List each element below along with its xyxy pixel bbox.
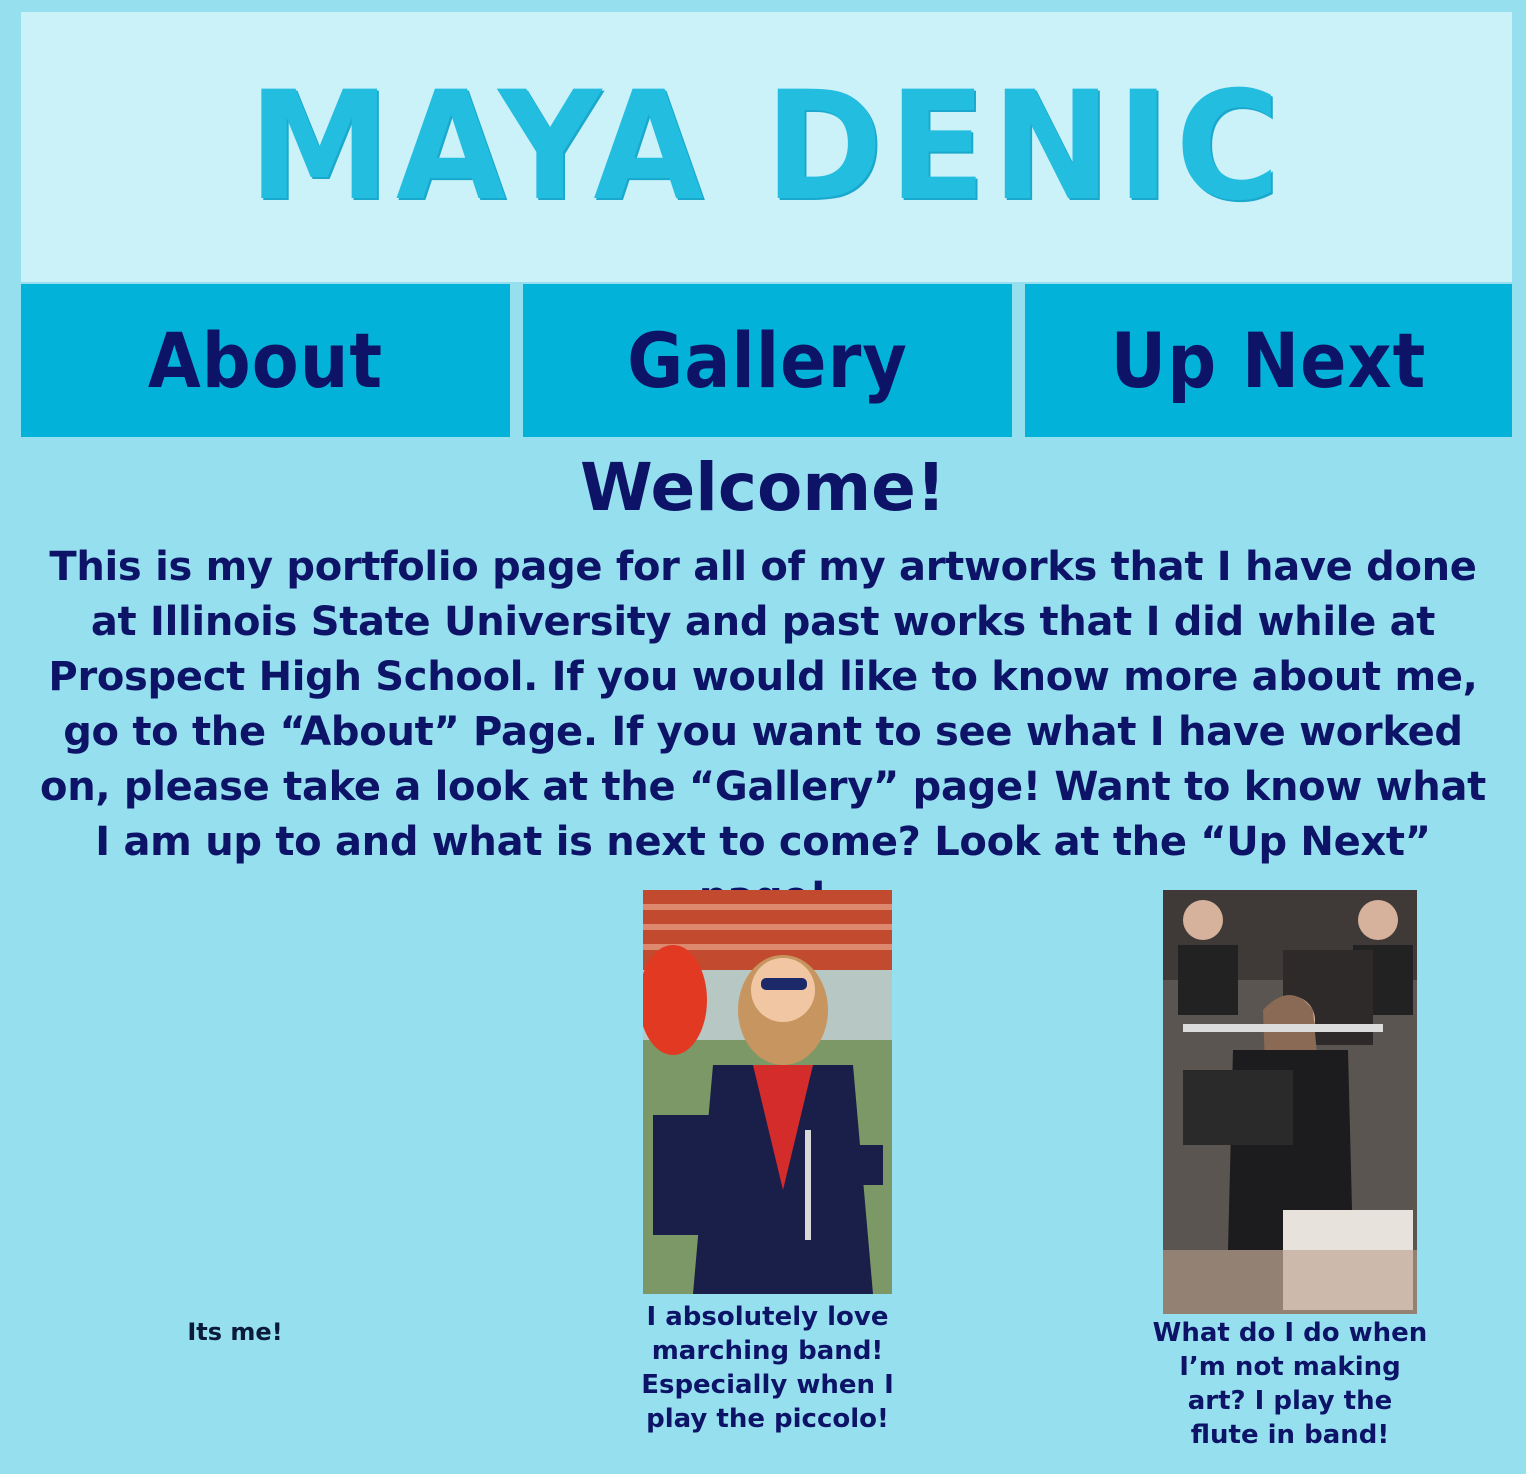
main-nav: About Gallery Up Next <box>21 284 1512 437</box>
welcome-heading: Welcome! <box>580 449 946 526</box>
nav-gallery-button[interactable]: Gallery <box>523 284 1012 437</box>
photo-caption-marching: I absolutely love marching band! Especia… <box>641 1302 894 1434</box>
nav-up-next-button[interactable]: Up Next <box>1025 284 1512 437</box>
nav-about-button[interactable]: About <box>21 284 510 437</box>
nav-up-next-label: Up Next <box>1110 316 1427 405</box>
nav-gallery-label: Gallery <box>627 316 908 405</box>
flute-band-photo <box>1163 890 1417 1314</box>
intro-text: This is my portfolio page for all of my … <box>40 544 1486 920</box>
marching-band-illustration <box>643 890 892 1294</box>
nav-about-label: About <box>147 316 384 405</box>
marching-band-photo <box>643 890 892 1294</box>
photo-caption-flute: What do I do when I’m not making art? I … <box>1152 1318 1428 1450</box>
photo-caption-me: Its me! <box>187 1318 283 1346</box>
flute-band-illustration <box>1163 890 1417 1314</box>
site-header: MAYA DENIC <box>21 12 1512 282</box>
site-title: MAYA DENIC <box>247 60 1286 234</box>
